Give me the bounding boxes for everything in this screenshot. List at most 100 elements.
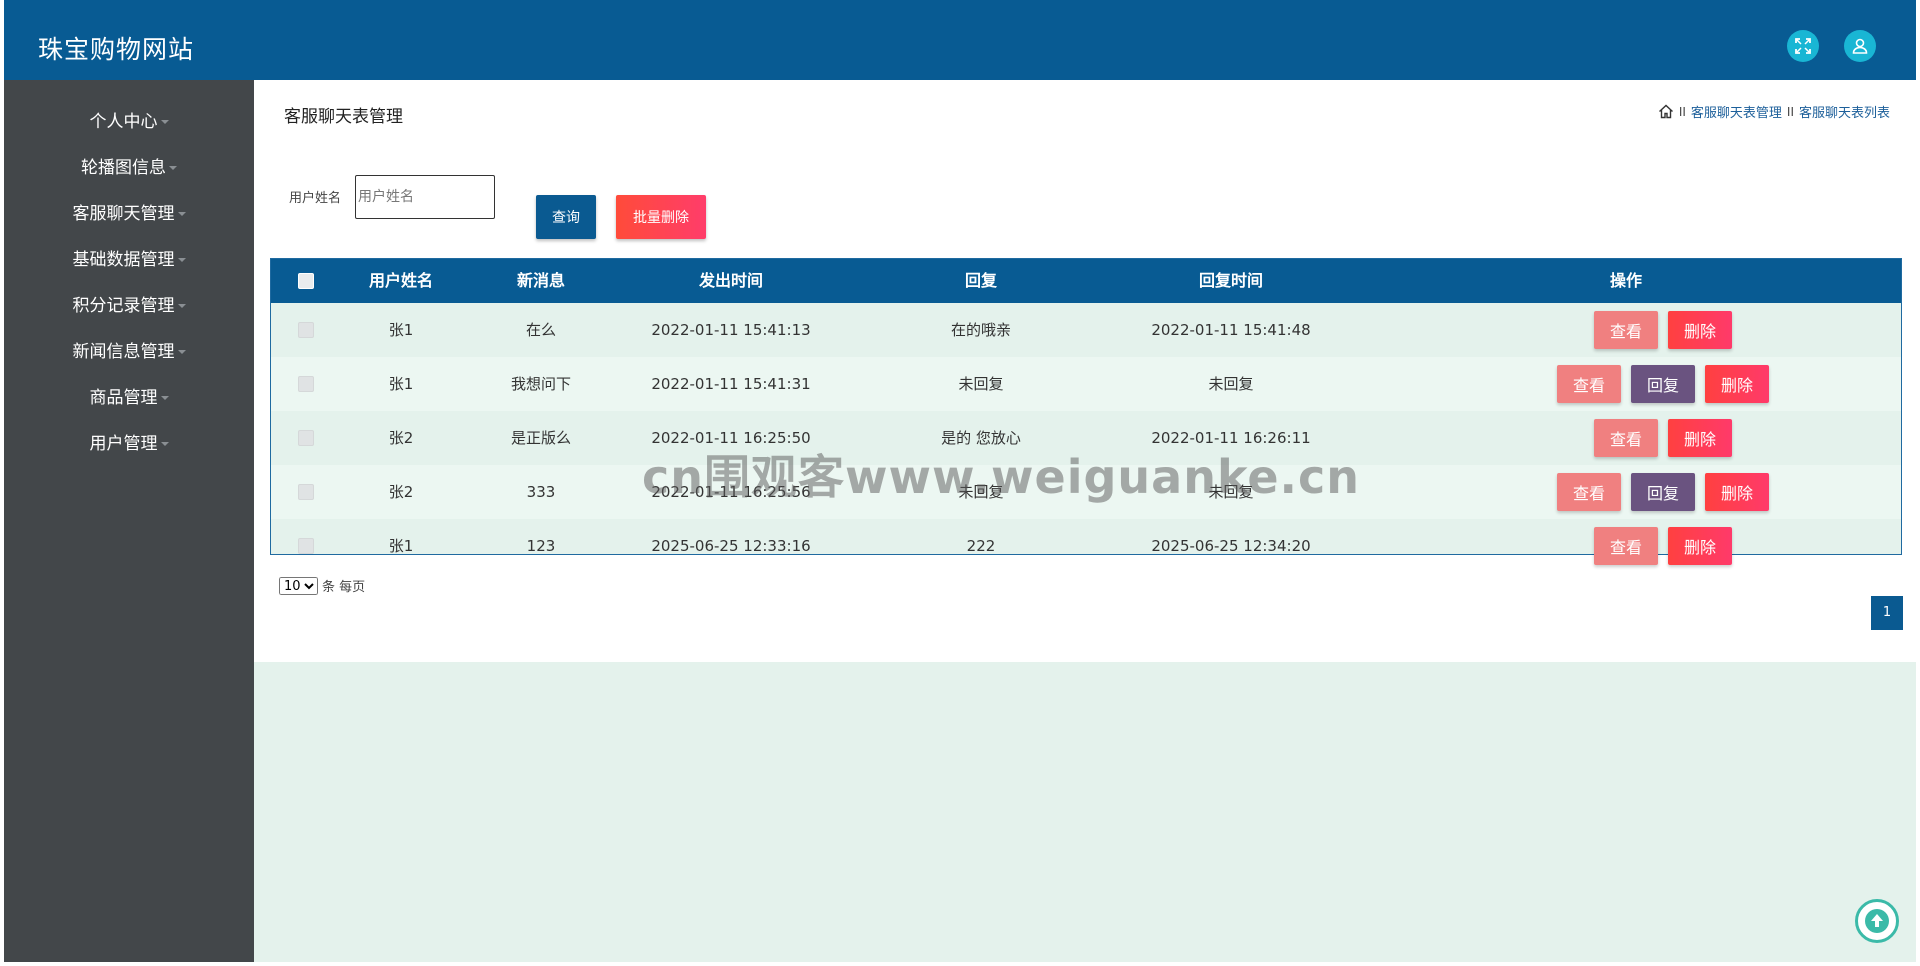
delete-button[interactable]: 删除	[1705, 473, 1769, 511]
sidebar-item-personal-center[interactable]: 个人中心	[4, 107, 254, 137]
row-checkbox[interactable]	[298, 322, 314, 338]
cell-reply-time: 2022-01-11 15:41:48	[1151, 321, 1311, 339]
sidebar-item-label: 用户管理	[89, 434, 158, 454]
cell-reply: 在的哦亲	[950, 321, 1011, 339]
sidebar-item-chat[interactable]: 客服聊天管理	[4, 199, 254, 229]
column-header-message: 新消息	[516, 271, 565, 290]
caret-down-icon	[177, 350, 186, 354]
sidebar-item-label: 基础数据管理	[72, 250, 175, 270]
cell-sent-time: 2022-01-11 16:25:50	[651, 429, 811, 447]
view-button[interactable]: 查看	[1557, 473, 1621, 511]
page-size-control: 10 条 每页	[279, 576, 365, 595]
sidebar-item-label: 商品管理	[89, 388, 158, 408]
cell-sent-time: 2025-06-25 12:33:16	[651, 537, 811, 555]
table-row: 张2 333 2022-01-11 16:25:56 未回复 未回复 查看 回复…	[271, 465, 1901, 519]
delete-button[interactable]: 删除	[1668, 419, 1732, 457]
row-checkbox[interactable]	[298, 376, 314, 392]
sidebar-item-users[interactable]: 用户管理	[4, 429, 254, 459]
sidebar-item-news[interactable]: 新闻信息管理	[4, 337, 254, 367]
cell-reply-time: 未回复	[1208, 483, 1254, 501]
breadcrumb-chat-list[interactable]: 客服聊天表列表	[1799, 102, 1890, 121]
row-checkbox[interactable]	[298, 538, 314, 554]
page-size-suffix: 条 每页	[322, 580, 366, 595]
table-row: 张2 是正版么 2022-01-11 16:25:50 是的 您放心 2022-…	[271, 411, 1901, 465]
cell-reply: 未回复	[958, 375, 1004, 393]
query-button[interactable]: 查询	[536, 195, 596, 239]
cell-name: 张2	[388, 483, 414, 501]
cell-sent-time: 2022-01-11 15:41:13	[651, 321, 811, 339]
breadcrumb-separator: II	[1786, 104, 1794, 119]
column-header-actions: 操作	[1609, 271, 1642, 290]
row-checkbox[interactable]	[298, 484, 314, 500]
sidebar: 个人中心 轮播图信息 客服聊天管理 基础数据管理 积分记录管理 新闻信息管理 商…	[4, 80, 254, 962]
cell-name: 张1	[388, 321, 414, 339]
sidebar-item-points[interactable]: 积分记录管理	[4, 291, 254, 321]
app-frame: 珠宝购物网站 个人中心 轮播图信息 客服聊天管理 基础数据管理 积分记录管理 新…	[4, 0, 1916, 962]
top-header: 珠宝购物网站	[4, 0, 1916, 80]
caret-down-icon	[169, 166, 177, 170]
page-size-select[interactable]: 10	[279, 576, 318, 595]
view-button[interactable]: 查看	[1557, 365, 1621, 403]
cell-reply-time: 2022-01-11 16:26:11	[1151, 429, 1311, 447]
batch-delete-button[interactable]: 批量删除	[616, 195, 706, 239]
user-icon	[1852, 38, 1868, 54]
user-button[interactable]	[1844, 30, 1876, 62]
arrow-up-icon	[1865, 909, 1889, 933]
fullscreen-button[interactable]	[1787, 30, 1819, 62]
caret-down-icon	[160, 120, 169, 124]
cell-reply: 222	[966, 537, 996, 555]
caret-down-icon	[160, 396, 169, 400]
delete-button[interactable]: 删除	[1705, 365, 1769, 403]
select-all-checkbox[interactable]	[298, 273, 314, 289]
sidebar-item-label: 轮播图信息	[81, 158, 166, 178]
main-panel: 客服聊天表管理 II 客服聊天表管理 II 客服聊天表列表 用户姓名 查询 批量…	[254, 80, 1916, 662]
column-header-reply-time: 回复时间	[1198, 271, 1263, 290]
cell-sent-time: 2022-01-11 15:41:31	[651, 375, 811, 393]
view-button[interactable]: 查看	[1594, 527, 1658, 565]
breadcrumb: II 客服聊天表管理 II 客服聊天表列表	[1658, 102, 1890, 121]
table-row: 张1 在么 2022-01-11 15:41:13 在的哦亲 2022-01-1…	[271, 303, 1901, 357]
sidebar-item-carousel[interactable]: 轮播图信息	[4, 153, 254, 183]
chat-table: 用户姓名 新消息 发出时间 回复 回复时间 操作 张1 在么 2022-01-1…	[270, 258, 1902, 565]
column-header-name: 用户姓名	[368, 271, 433, 290]
caret-down-icon	[160, 442, 169, 446]
cell-message: 在么	[525, 321, 556, 339]
column-header-sent-time: 发出时间	[698, 271, 763, 290]
cell-sent-time: 2022-01-11 16:25:56	[651, 483, 811, 501]
cell-message: 333	[526, 483, 556, 501]
table-row: 张1 123 2025-06-25 12:33:16 222 2025-06-2…	[271, 519, 1901, 565]
view-button[interactable]: 查看	[1594, 419, 1658, 457]
delete-button[interactable]: 删除	[1668, 527, 1732, 565]
cell-reply-time: 2025-06-25 12:34:20	[1151, 537, 1311, 555]
home-icon[interactable]	[1658, 104, 1674, 119]
sidebar-item-label: 客服聊天管理	[72, 204, 175, 224]
reply-button[interactable]: 回复	[1631, 365, 1695, 403]
cell-message: 123	[526, 537, 556, 555]
cell-name: 张1	[388, 537, 414, 555]
cell-name: 张1	[388, 375, 414, 393]
sidebar-item-basic-data[interactable]: 基础数据管理	[4, 245, 254, 275]
breadcrumb-separator: II	[1678, 104, 1686, 119]
row-checkbox[interactable]	[298, 430, 314, 446]
sidebar-item-label: 新闻信息管理	[72, 342, 175, 362]
view-button[interactable]: 查看	[1594, 311, 1658, 349]
caret-down-icon	[177, 304, 186, 308]
sidebar-item-label: 积分记录管理	[72, 296, 175, 316]
column-header-reply: 回复	[964, 271, 997, 290]
scroll-to-top-button[interactable]	[1855, 899, 1899, 943]
app-title: 珠宝购物网站	[38, 35, 195, 64]
cell-name: 张2	[388, 429, 414, 447]
cell-message: 我想问下	[510, 375, 571, 393]
page-number-button[interactable]: 1	[1871, 596, 1903, 630]
caret-down-icon	[177, 212, 186, 216]
table-row: 张1 我想问下 2022-01-11 15:41:31 未回复 未回复 查看 回…	[271, 357, 1901, 411]
breadcrumb-chat-management[interactable]: 客服聊天表管理	[1691, 102, 1782, 121]
username-label: 用户姓名	[289, 191, 342, 206]
fullscreen-icon	[1795, 38, 1811, 54]
reply-button[interactable]: 回复	[1631, 473, 1695, 511]
table-header: 用户姓名 新消息 发出时间 回复 回复时间 操作	[271, 259, 1901, 303]
sidebar-item-products[interactable]: 商品管理	[4, 383, 254, 413]
cell-reply: 未回复	[958, 483, 1004, 501]
username-search-input[interactable]	[355, 175, 495, 219]
delete-button[interactable]: 删除	[1668, 311, 1732, 349]
